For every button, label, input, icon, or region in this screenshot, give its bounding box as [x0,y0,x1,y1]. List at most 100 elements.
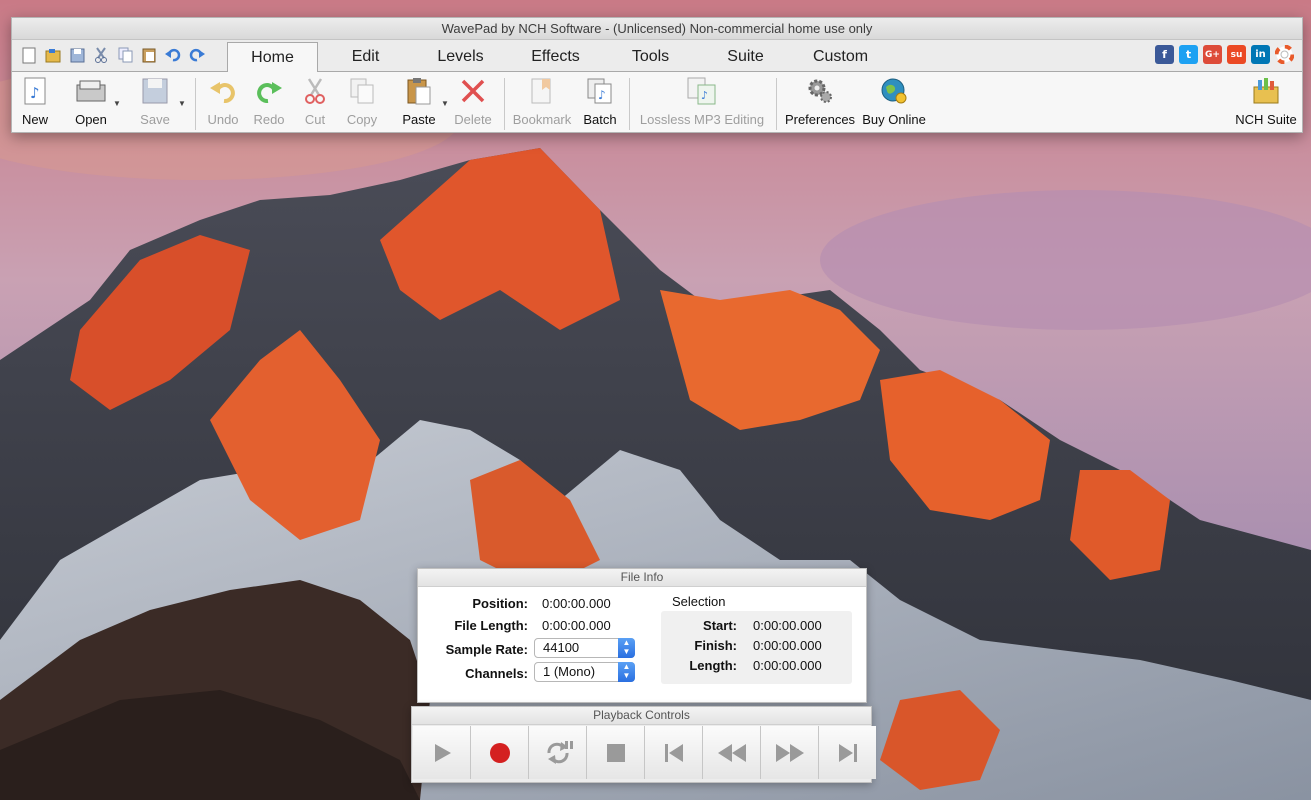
ribbon-tabs: Home Edit Levels Effects Tools Suite Cus… [227,40,888,73]
new-document-icon[interactable] [20,46,38,64]
facebook-icon[interactable]: f [1155,45,1174,64]
tab-levels[interactable]: Levels [413,42,508,71]
stumbleupon-icon[interactable]: su [1227,45,1246,64]
batch-button[interactable]: ♪ Batch [580,76,620,132]
redo-arrow-icon[interactable] [188,46,206,64]
main-window: WavePad by NCH Software - (Unlicensed) N… [11,17,1303,133]
toolbar-separator [195,78,196,130]
selection-start-label: Start: [703,618,737,633]
fast-forward-button[interactable] [761,726,819,779]
tab-suite[interactable]: Suite [698,42,793,71]
redo-arrow-icon [254,76,284,106]
tab-home[interactable]: Home [227,42,318,73]
rewind-icon [717,743,746,762]
file-info-panel: File Info Position: 0:00:00.000 File Len… [417,568,867,703]
skip-to-end-button[interactable] [819,726,876,779]
google-plus-icon[interactable]: G+ [1203,45,1222,64]
position-row: Position: [418,594,528,614]
new-button[interactable]: ♪ New [18,76,52,132]
tab-effects[interactable]: Effects [508,42,603,71]
selection-finish-label: Finish: [694,638,737,653]
lossless-mp3-editing-button[interactable]: ♪ Lossless MP3 Editing [636,76,768,132]
selection-length-label: Length: [689,658,737,673]
preferences-button[interactable]: Preferences [784,76,856,132]
cut-button[interactable]: Cut [300,76,330,132]
skip-to-start-button[interactable] [645,726,703,779]
tab-edit[interactable]: Edit [318,42,413,71]
channels-row: Channels: [418,664,528,684]
stop-button[interactable] [587,726,645,779]
undo-button[interactable]: Undo [206,76,240,132]
chevron-updown-icon: ▲ ▼ [618,638,635,658]
record-icon [489,742,510,763]
record-button[interactable] [471,726,529,779]
save-disk-icon[interactable] [68,46,86,64]
loop-button[interactable] [529,726,587,779]
globe-cart-icon [879,76,909,106]
playback-buttons [413,726,876,779]
copy-pages-icon [347,76,377,106]
batch-files-icon: ♪ [585,76,615,106]
copy-icon[interactable] [116,46,134,64]
delete-button[interactable]: Delete [453,76,493,132]
bookmark-icon [527,76,557,106]
bookmark-button[interactable]: Bookmark [511,76,573,132]
save-button[interactable]: Save [138,76,172,132]
selection-start-value: 0:00:00.000 [753,618,822,633]
playback-controls-panel: Playback Controls [411,706,876,783]
open-folder-icon[interactable] [44,46,62,64]
file-length-value: 0:00:00.000 [542,618,611,633]
sample-rate-value: 44100 [543,640,580,655]
social-links: f t G+ su in [1155,45,1294,64]
channels-value: 1 (Mono) [543,664,596,679]
selection-length-value: 0:00:00.000 [753,658,822,673]
paste-button[interactable]: Paste [400,76,438,132]
rewind-button[interactable] [703,726,761,779]
lossless-mp3-icon: ♪ [687,76,717,106]
sample-rate-select[interactable]: 44100 ▲ ▼ [534,638,635,658]
window-title: WavePad by NCH Software - (Unlicensed) N… [12,18,1302,40]
cut-scissors-icon [300,76,330,106]
loop-icon [546,740,573,764]
position-value: 0:00:00.000 [542,596,611,611]
file-length-label: File Length: [454,618,528,633]
play-button[interactable] [413,726,471,779]
stop-icon [606,743,625,762]
svg-text:♪: ♪ [598,88,606,102]
paste-dropdown-arrow-icon[interactable]: ▼ [441,99,449,108]
play-icon [434,743,451,762]
paste-clipboard-icon[interactable] [140,46,158,64]
home-toolbar: ♪ New Open ▼ Save ▼ Undo Redo Cut Copy P… [12,72,1302,132]
file-info-title: File Info [418,569,866,587]
undo-arrow-icon[interactable] [164,46,182,64]
save-dropdown-arrow-icon[interactable]: ▼ [178,99,186,108]
selection-finish-value: 0:00:00.000 [753,638,822,653]
open-dropdown-arrow-icon[interactable]: ▼ [113,99,121,108]
channels-label: Channels: [465,666,528,681]
help-lifebuoy-icon[interactable] [1275,45,1294,64]
copy-button[interactable]: Copy [344,76,380,132]
undo-arrow-icon [208,76,238,106]
chevron-updown-icon: ▲ ▼ [618,662,635,682]
tab-custom[interactable]: Custom [793,42,888,71]
toolbar-separator [504,78,505,130]
quick-access-toolbar [20,46,206,64]
nch-suite-button[interactable]: NCH Suite [1233,76,1299,132]
gear-icon [805,76,835,106]
file-length-row: File Length: [418,616,528,636]
open-button[interactable]: Open [72,76,110,132]
redo-button[interactable]: Redo [252,76,286,132]
twitter-icon[interactable]: t [1179,45,1198,64]
tab-tools[interactable]: Tools [603,42,698,71]
cut-scissors-icon[interactable] [92,46,110,64]
save-disk-icon [140,76,170,106]
nch-suite-toolbox-icon [1251,76,1281,106]
buy-online-button[interactable]: Buy Online [862,76,926,132]
paste-clipboard-icon [404,76,434,106]
delete-x-icon [458,76,488,106]
channels-select[interactable]: 1 (Mono) ▲ ▼ [534,662,635,682]
new-audio-file-icon: ♪ [20,76,50,106]
linkedin-icon[interactable]: in [1251,45,1270,64]
selection-title: Selection [672,594,726,609]
toolbar-separator [629,78,630,130]
